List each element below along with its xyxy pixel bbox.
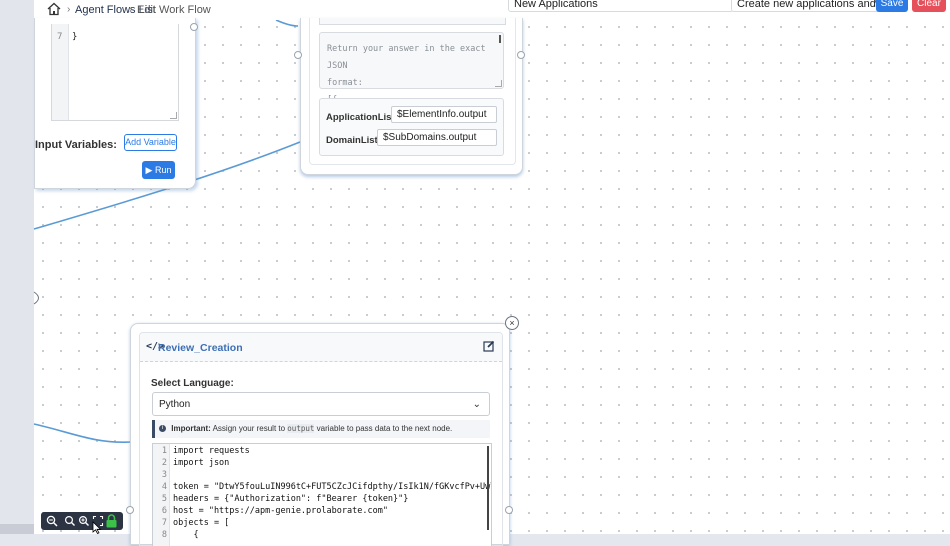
resize-handle[interactable] bbox=[170, 112, 177, 119]
chevron-down-icon: ⌄ bbox=[472, 399, 481, 410]
code-line: { bbox=[173, 530, 199, 540]
line-number: 2 bbox=[161, 458, 167, 468]
line-number: 5 bbox=[161, 494, 167, 504]
info-text-pre: Assign your result to bbox=[212, 424, 286, 433]
code-line: token = "DtwY5fouLuIN996tC+FUT5CZcJCifdp… bbox=[173, 482, 492, 492]
node-handle[interactable] bbox=[126, 506, 134, 514]
domain-list-label: DomainList: bbox=[326, 135, 381, 146]
home-icon[interactable] bbox=[46, 1, 62, 17]
gutter-corner bbox=[0, 524, 34, 534]
node-handle[interactable] bbox=[190, 23, 198, 31]
save-button[interactable]: Save bbox=[876, 0, 908, 12]
node-handle[interactable] bbox=[505, 506, 513, 514]
node-handle[interactable] bbox=[517, 51, 525, 59]
lock-icon[interactable] bbox=[105, 514, 118, 528]
select-language-label: Select Language: bbox=[151, 378, 234, 389]
code-line: host = "https://apm-genie.prolaborate.co… bbox=[173, 506, 388, 516]
run-button[interactable]: ▶ Run bbox=[142, 161, 175, 179]
scrollbar[interactable] bbox=[499, 35, 501, 43]
left-gutter bbox=[0, 0, 34, 534]
python-code-editor[interactable]: 1 import requests 2 import json 3 4 toke… bbox=[152, 443, 492, 546]
language-value: Python bbox=[159, 399, 191, 410]
line-number: 3 bbox=[161, 470, 167, 480]
prompt-variables-panel: ApplicationList: $ElementInfo.output Dom… bbox=[319, 98, 504, 156]
prompt-line: format: bbox=[327, 78, 363, 88]
node-handle[interactable] bbox=[294, 51, 302, 59]
application-name-input[interactable]: New Applications bbox=[508, 0, 734, 12]
zoom-reset-icon[interactable] bbox=[64, 515, 76, 527]
line-number: 8 bbox=[161, 530, 167, 540]
info-icon: i bbox=[159, 425, 166, 433]
code-node[interactable]: </> Review_Creation Select Language: Pyt… bbox=[130, 323, 510, 546]
prompt-select[interactable]: Create new applications and connect it ▾ bbox=[731, 0, 883, 12]
input-node[interactable]: 7 } Input Variables: Add Variable ▶ Run bbox=[34, 18, 196, 189]
application-list-label: ApplicationList: bbox=[326, 112, 398, 123]
close-icon[interactable]: × bbox=[505, 316, 519, 330]
scrollbar[interactable] bbox=[487, 446, 489, 530]
input-code-editor[interactable]: 7 } bbox=[51, 24, 179, 121]
line-number: 7 bbox=[161, 518, 167, 528]
resize-handle[interactable] bbox=[495, 80, 502, 87]
zoom-out-icon[interactable] bbox=[46, 515, 58, 527]
edit-icon[interactable] bbox=[483, 340, 495, 352]
breadcrumb-separator: › bbox=[67, 4, 71, 15]
code-line: headers = {"Authorization": f"Bearer {to… bbox=[173, 494, 409, 504]
prompt-node[interactable]: Return your answer in the exact JSON for… bbox=[300, 18, 523, 175]
breadcrumb-current: Edit Work Flow bbox=[137, 4, 211, 16]
prompt-select-value: Create new applications and connect it bbox=[737, 0, 882, 10]
line-number: 6 bbox=[161, 506, 167, 516]
code-line: objects = [ bbox=[173, 518, 230, 528]
prompt-textarea[interactable]: Return your answer in the exact JSON for… bbox=[319, 32, 504, 105]
input-variables-label: Input Variables: bbox=[35, 139, 117, 151]
add-variable-button[interactable]: Add Variable bbox=[124, 134, 177, 151]
code-line: import requests bbox=[173, 446, 250, 456]
mouse-cursor-icon bbox=[92, 521, 102, 534]
run-label: Run bbox=[154, 165, 172, 175]
code-node-header: </> Review_Creation bbox=[140, 333, 502, 362]
code-node-body: </> Review_Creation Select Language: Pyt… bbox=[139, 332, 503, 546]
line-number: 4 bbox=[161, 482, 167, 492]
zoom-in-icon[interactable] bbox=[78, 515, 90, 527]
play-icon: ▶ bbox=[145, 165, 153, 175]
code-line: } bbox=[72, 32, 78, 42]
info-bold: Important: bbox=[171, 424, 211, 433]
application-list-input[interactable]: $ElementInfo.output bbox=[391, 106, 497, 123]
node-title: Review_Creation bbox=[158, 342, 243, 354]
breadcrumb-separator: › bbox=[129, 4, 133, 15]
info-banner: i Important: Assign your result to outpu… bbox=[152, 420, 490, 438]
prompt-line: Return your answer in the exact JSON bbox=[327, 44, 486, 71]
info-code: output bbox=[287, 424, 315, 433]
line-number: 1 bbox=[161, 446, 167, 456]
domain-list-input[interactable]: $SubDomains.output bbox=[377, 129, 497, 146]
language-select[interactable]: Python ⌄ bbox=[152, 392, 490, 416]
code-line: import json bbox=[173, 458, 230, 468]
prompt-node-top-field bbox=[319, 18, 506, 25]
clear-button[interactable]: Clear bbox=[912, 0, 946, 12]
line-number: 7 bbox=[57, 32, 63, 42]
info-text-post: variable to pass data to the next node. bbox=[316, 424, 453, 433]
canvas-controls bbox=[41, 512, 123, 530]
